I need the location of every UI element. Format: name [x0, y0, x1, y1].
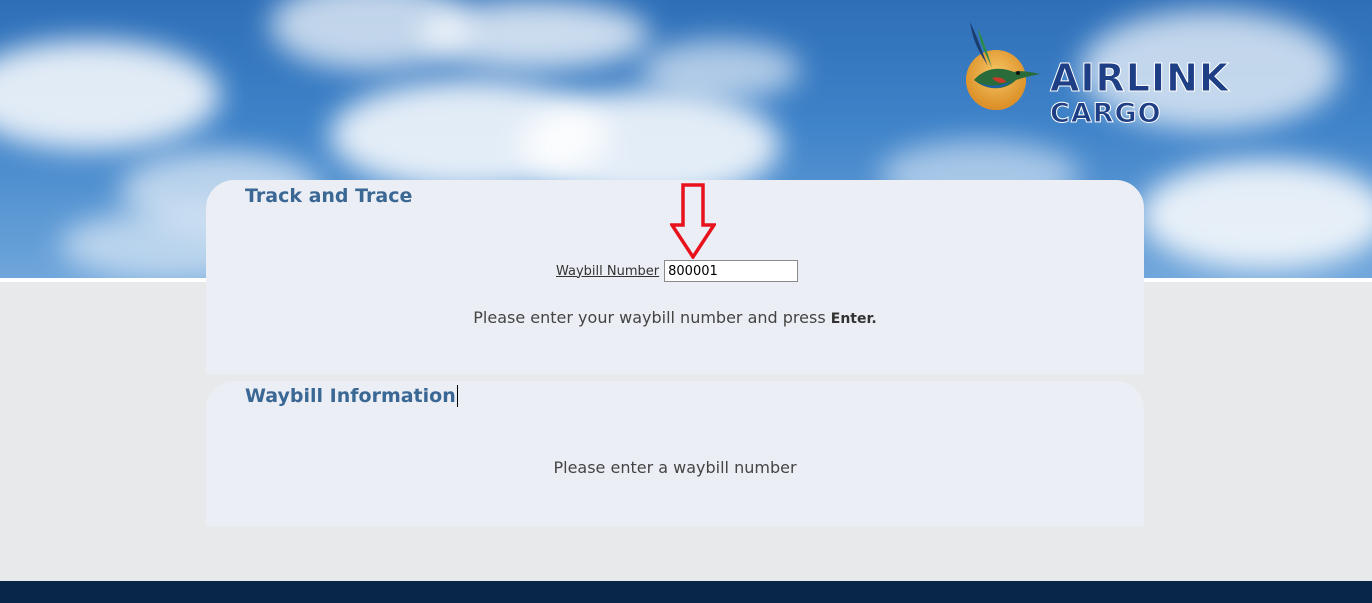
instruction-enter-key: Enter. [830, 311, 877, 327]
brand-name-airlink: AIRLINK [1049, 56, 1230, 101]
airlink-cargo-logo[interactable]: AIRLINK CARGO [948, 18, 1278, 130]
track-and-trace-title: Track and Trace [245, 185, 413, 207]
red-down-arrow-icon [670, 183, 716, 259]
waybill-number-input[interactable] [664, 260, 799, 282]
waybill-information-title: Waybill Information [245, 385, 458, 407]
waybill-field-row: Waybill Number [556, 260, 799, 282]
waybill-number-label[interactable]: Waybill Number [556, 264, 659, 279]
instruction-prefix: Please enter your waybill number and pre… [473, 308, 831, 327]
brand-name-cargo: CARGO [1050, 98, 1162, 130]
track-instruction-text: Please enter your waybill number and pre… [206, 308, 1144, 327]
footer-bar [0, 581, 1372, 603]
kingfisher-bird-sun-icon [966, 22, 1040, 110]
waybill-information-panel: Waybill Information Please enter a waybi… [206, 381, 1144, 526]
waybill-information-message: Please enter a waybill number [553, 458, 797, 477]
